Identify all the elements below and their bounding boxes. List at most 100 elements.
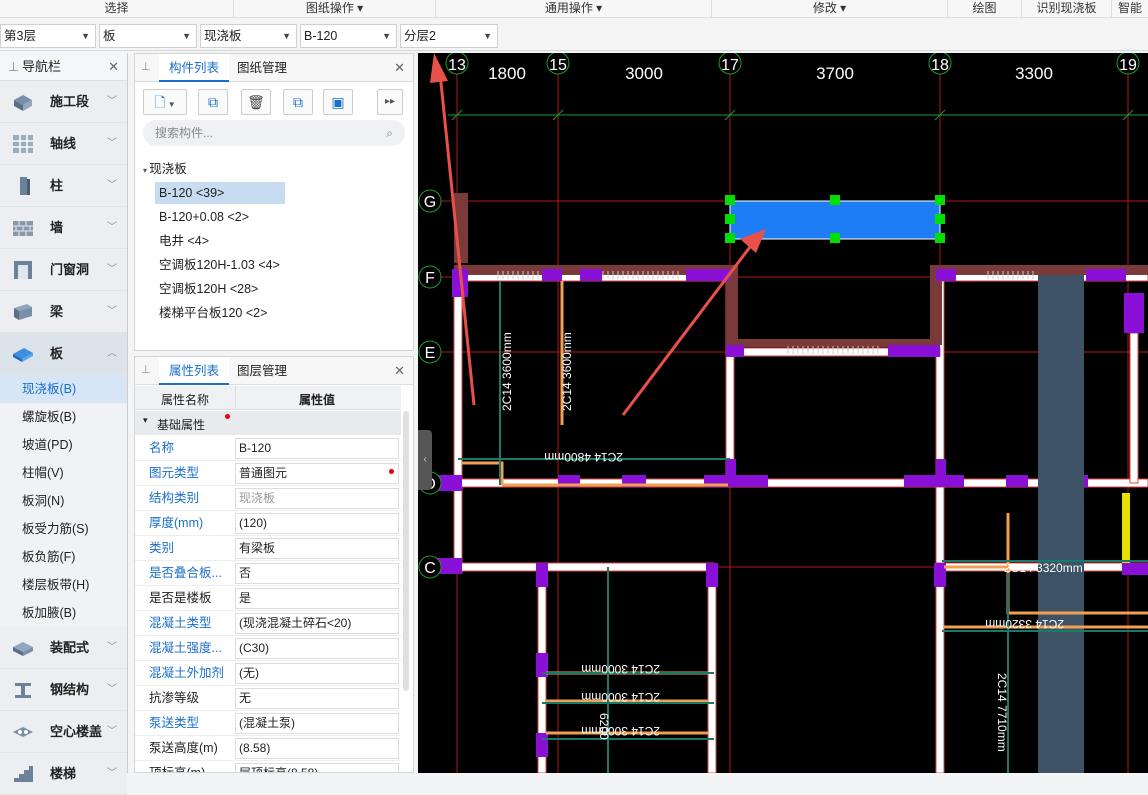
property-row[interactable]: 类别 有梁板 xyxy=(135,536,401,561)
property-value-field[interactable]: 否 xyxy=(235,563,399,584)
property-value-field[interactable]: (C30) xyxy=(235,638,399,659)
tree-root-cast-slab[interactable]: ▾ 现浇板 xyxy=(139,158,191,180)
subtype-select[interactable]: 现浇板 ▼ xyxy=(200,24,297,48)
close-icon[interactable]: ✕ xyxy=(394,363,405,379)
nav-subitem-ramp[interactable]: 坡道(PD) xyxy=(0,431,127,459)
tree-item-b120[interactable]: B-120 <39> xyxy=(155,182,285,204)
property-row[interactable]: 厚度(mm) (120) xyxy=(135,511,401,536)
nav-item-steel[interactable]: 钢结构 ﹀ xyxy=(0,669,127,711)
tab-layer-management[interactable]: 图层管理 xyxy=(227,357,297,385)
chevron-left-icon: ‹ xyxy=(423,454,427,465)
collapse-panel-handle[interactable]: ‹ xyxy=(418,430,432,490)
tree-item-electric-shaft[interactable]: 电井 <4> xyxy=(155,230,213,252)
property-row[interactable]: 是否叠合板... 否 xyxy=(135,561,401,586)
ribbon-group-select[interactable]: 选择 xyxy=(0,0,234,18)
drawing-canvas[interactable]: 13 15 17 18 19 G F E D C 1800 3000 3700 … xyxy=(418,53,1148,773)
ribbon-group-modify[interactable]: 修改 ▾ xyxy=(712,0,948,18)
new-component-button[interactable]: 🗋 ▼ xyxy=(143,89,187,115)
property-row[interactable]: 名称 B-120 xyxy=(135,436,401,461)
tree-item-ac-slab-120h[interactable]: 空调板120H <28> xyxy=(155,278,262,300)
nav-subitem-cast-slab[interactable]: 现浇板(B) xyxy=(0,375,127,403)
property-value-field[interactable]: (混凝土泵) xyxy=(235,713,399,734)
tab-component-list[interactable]: 构件列表 xyxy=(159,54,230,82)
nav-item-axis[interactable]: 轴线 ﹀ xyxy=(0,123,127,165)
pin-icon[interactable]: ⊥ xyxy=(8,53,19,81)
ribbon-group-draw[interactable]: 绘图 xyxy=(948,0,1022,18)
nav-item-segment[interactable]: 施工段 ﹀ xyxy=(0,81,127,123)
nav-subitem-slab-haunch[interactable]: 板加腋(B) xyxy=(0,599,127,627)
property-section-basic[interactable]: ▾ 基础属性 xyxy=(135,411,401,435)
ribbon-group-identify-slab[interactable]: 识别现浇板 xyxy=(1022,0,1112,18)
property-value-field[interactable]: 有梁板 xyxy=(235,538,399,559)
nav-subitem-slab-hole[interactable]: 板洞(N) xyxy=(0,487,127,515)
ribbon-group-common-ops[interactable]: 通用操作 ▾ xyxy=(436,0,712,18)
property-row[interactable]: 混凝土类型 (现浇混凝土碎石<20) xyxy=(135,611,401,636)
property-row[interactable]: 顶标高(m) 层顶标高(8.58) xyxy=(135,761,401,773)
nav-item-hollow-floor[interactable]: 空心楼盖 ﹀ xyxy=(0,711,127,753)
property-row[interactable]: 抗渗等级 无 xyxy=(135,686,401,711)
property-value-field[interactable]: (120) xyxy=(235,513,399,534)
component-select[interactable]: B-120 ▼ xyxy=(300,24,397,48)
layer-select[interactable]: 分层2 ▼ xyxy=(400,24,498,48)
copy-floor-button[interactable]: ⧉ xyxy=(283,89,313,115)
nav-item-slab[interactable]: 板 ︿ xyxy=(0,333,127,375)
property-value-field[interactable]: B-120 xyxy=(235,438,399,459)
more-tools-button[interactable]: ▸▸ xyxy=(377,89,403,115)
nav-item-prefab[interactable]: 装配式 ﹀ xyxy=(0,627,127,669)
property-value-field[interactable]: (无) xyxy=(235,663,399,684)
rebar-label: 2C14 7710mm xyxy=(995,673,1009,752)
property-row[interactable]: 混凝土强度... (C30) xyxy=(135,636,401,661)
tree-item-ac-slab-103[interactable]: 空调板120H-1.03 <4> xyxy=(155,254,284,276)
close-icon[interactable]: ✕ xyxy=(108,53,119,81)
ribbon-group-smart[interactable]: 智能 xyxy=(1112,0,1148,18)
nav-subitem-column-cap[interactable]: 柱帽(V) xyxy=(0,459,127,487)
component-search-input[interactable]: 搜索构件... ⌕ xyxy=(143,120,405,146)
nav-item-wall[interactable]: 墙 ﹀ xyxy=(0,207,127,249)
pin-icon[interactable]: ⊥ xyxy=(141,60,151,73)
trash-icon: 🗑 xyxy=(247,94,265,110)
yellow-element xyxy=(1122,493,1130,563)
chevron-down-icon: ﹀ xyxy=(107,96,117,107)
property-value-field[interactable]: 无 xyxy=(235,688,399,709)
axis-label-15: 15 xyxy=(549,57,567,74)
property-value-field[interactable]: 层顶标高(8.58) xyxy=(235,763,399,772)
tab-property-list[interactable]: 属性列表 xyxy=(159,357,230,385)
property-value-field[interactable]: 现浇板 xyxy=(235,488,399,509)
nav-item-label: 梁 xyxy=(50,304,64,319)
nav-item-column[interactable]: 柱 ﹀ xyxy=(0,165,127,207)
category-select[interactable]: 板 ▼ xyxy=(99,24,197,48)
tab-drawing-management[interactable]: 图纸管理 xyxy=(227,54,297,82)
property-name: 顶标高(m) xyxy=(149,766,206,773)
floor-plan-drawing[interactable]: 13 15 17 18 19 G F E D C 1800 3000 3700 … xyxy=(418,53,1148,773)
floor-select[interactable]: 第3层 ▼ xyxy=(0,24,96,48)
dim-3300: 3300 xyxy=(1015,64,1053,83)
property-row[interactable]: 泵送类型 (混凝土泵) xyxy=(135,711,401,736)
nav-subitem-floor-strip[interactable]: 楼层板带(H) xyxy=(0,571,127,599)
property-row[interactable]: 结构类别 现浇板 xyxy=(135,486,401,511)
tree-item-stair-platform[interactable]: 楼梯平台板120 <2> xyxy=(155,302,271,324)
copy-component-button[interactable]: ⧉ xyxy=(198,89,228,115)
property-row[interactable]: 图元类型 普通图元 xyxy=(135,461,401,486)
delete-component-button[interactable]: 🗑 xyxy=(241,89,271,115)
property-value-field[interactable]: 普通图元 xyxy=(235,463,399,484)
floor-select-value: 第3层 xyxy=(4,29,36,43)
nav-subitem-spiral-slab[interactable]: 螺旋板(B) xyxy=(0,403,127,431)
pin-icon[interactable]: ⊥ xyxy=(141,363,151,376)
nav-subitem-negative-rebar[interactable]: 板负筋(F) xyxy=(0,543,127,571)
property-scrollbar[interactable] xyxy=(403,411,409,691)
property-row[interactable]: 混凝土外加剂 (无) xyxy=(135,661,401,686)
nav-item-stair[interactable]: 楼梯 ﹀ xyxy=(0,753,127,795)
property-value-field[interactable]: (8.58) xyxy=(235,738,399,759)
close-icon[interactable]: ✕ xyxy=(394,60,405,76)
chevron-up-icon: ︿ xyxy=(107,348,117,359)
property-value-field[interactable]: (现浇混凝土碎石<20) xyxy=(235,613,399,634)
tree-item-b120-008[interactable]: B-120+0.08 <2> xyxy=(155,206,253,228)
nav-item-door-window[interactable]: 门窗洞 ﹀ xyxy=(0,249,127,291)
property-row[interactable]: 泵送高度(m) (8.58) xyxy=(135,736,401,761)
save-component-button[interactable]: ▣ xyxy=(323,89,353,115)
ribbon-group-drawing-ops[interactable]: 图纸操作 ▾ xyxy=(234,0,436,18)
nav-subitem-slab-rebar[interactable]: 板受力筋(S) xyxy=(0,515,127,543)
nav-item-beam[interactable]: 梁 ﹀ xyxy=(0,291,127,333)
property-row[interactable]: 是否是楼板 是 xyxy=(135,586,401,611)
property-value-field[interactable]: 是 xyxy=(235,588,399,609)
